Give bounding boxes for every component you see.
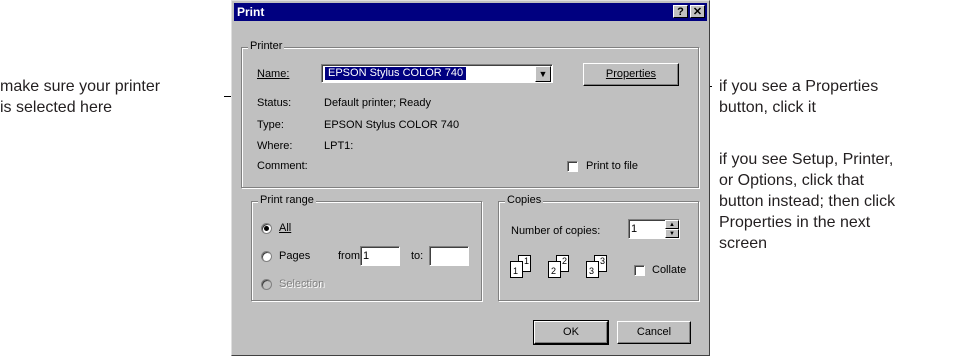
- pages-radio[interactable]: [261, 251, 272, 262]
- name-label: Name:: [257, 68, 290, 80]
- collate-page: 2: [548, 261, 561, 278]
- to-input[interactable]: [429, 246, 469, 266]
- all-radio[interactable]: [261, 223, 272, 234]
- annotation-right-top-line-2: button, click it: [719, 99, 816, 116]
- properties-button[interactable]: Properties: [583, 63, 679, 86]
- dialog-title: Print: [237, 5, 265, 19]
- properties-button-label: Properties: [605, 68, 657, 80]
- copies-label: Copies: [505, 194, 544, 206]
- ok-button[interactable]: OK: [533, 320, 609, 345]
- print-dialog: Print ? ✕ Printer Name: EPSON Stylus COL…: [231, 0, 710, 356]
- number-of-copies-label: Number of copies:: [511, 225, 601, 237]
- from-input[interactable]: 1: [360, 246, 400, 266]
- spin-up-icon[interactable]: ▲: [665, 220, 679, 229]
- type-label: Type:: [257, 119, 284, 131]
- collate-page: 3: [586, 261, 599, 278]
- ok-button-label: OK: [563, 326, 579, 338]
- print-to-file-label[interactable]: Print to file: [586, 160, 638, 172]
- print-to-file-checkbox[interactable]: [567, 161, 578, 172]
- spin-down-icon[interactable]: ▼: [665, 229, 679, 238]
- collate-icon: 1 1 2 2 3 3: [510, 253, 630, 283]
- selection-label[interactable]: Selection: [279, 278, 324, 290]
- where-label: Where:: [257, 140, 293, 152]
- status-value: Default printer; Ready: [324, 97, 431, 109]
- annotation-right-bottom-line-1: if you see Setup, Printer,: [719, 151, 894, 168]
- annotation-left-line-1: make sure your printer: [0, 78, 161, 95]
- annotation-right-bottom: if you see Setup, Printer, or Options, c…: [719, 149, 895, 254]
- comment-label: Comment:: [257, 160, 308, 172]
- annotation-right-bottom-line-3: button instead; then click: [719, 193, 896, 210]
- all-label[interactable]: All: [279, 222, 291, 234]
- annotation-right-bottom-line-4: Properties in the next: [719, 214, 871, 231]
- printer-group-label: Printer: [248, 40, 285, 52]
- cancel-button[interactable]: Cancel: [617, 321, 691, 344]
- printer-name-value: EPSON Stylus COLOR 740: [325, 67, 467, 80]
- copies-group: Copies: [498, 194, 699, 301]
- selection-radio[interactable]: [261, 279, 272, 290]
- collate-label[interactable]: Collate: [652, 264, 686, 276]
- type-value: EPSON Stylus COLOR 740: [324, 119, 460, 131]
- chevron-down-icon[interactable]: ▼: [535, 66, 551, 82]
- annotation-right-top-line-1: if you see a Properties: [719, 78, 879, 95]
- annotation-left: make sure your printer is selected here: [0, 76, 160, 118]
- cancel-button-label: Cancel: [636, 326, 672, 338]
- pages-label[interactable]: Pages: [279, 250, 310, 262]
- collate-checkbox[interactable]: [634, 265, 645, 276]
- close-button[interactable]: ✕: [690, 5, 705, 18]
- title-bar: Print ? ✕: [234, 3, 707, 21]
- annotation-left-line-2: is selected here: [0, 99, 113, 116]
- collate-page: 1: [510, 261, 523, 278]
- to-label: to:: [411, 250, 424, 262]
- annotation-right-bottom-line-2: or Options, click that: [719, 172, 864, 189]
- where-value: LPT1:: [324, 140, 354, 152]
- printer-name-select[interactable]: EPSON Stylus COLOR 740 ▼: [321, 64, 553, 83]
- print-range-label: Print range: [258, 194, 316, 206]
- status-label: Status:: [257, 97, 292, 109]
- annotation-right-bottom-line-5: screen: [719, 235, 768, 252]
- annotation-right-top: if you see a Properties button, click it: [719, 76, 878, 118]
- help-button[interactable]: ?: [673, 5, 688, 18]
